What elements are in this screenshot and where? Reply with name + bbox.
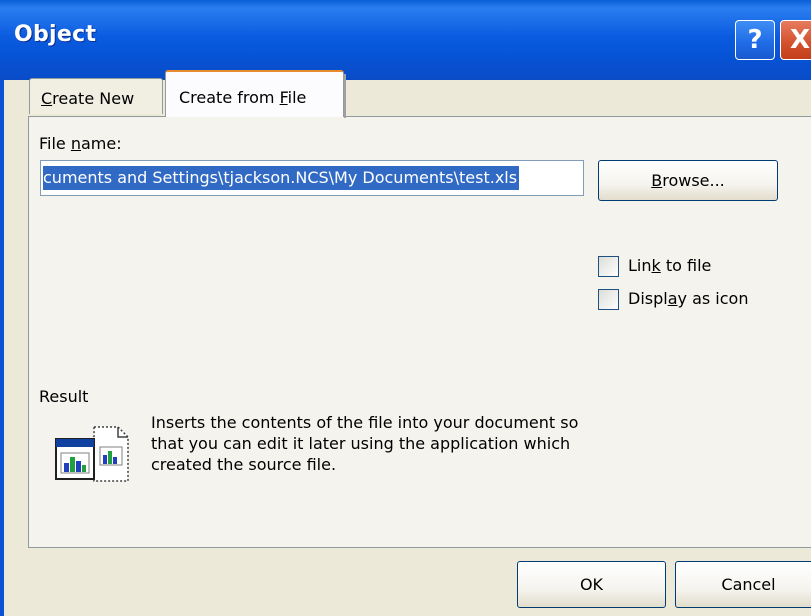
window-title: Object: [14, 22, 97, 47]
icon-label-prefix: Displ: [628, 289, 668, 308]
link-label-prefix: Lin: [628, 256, 652, 275]
file-name-label-suffix: ame:: [81, 134, 122, 153]
browse-button[interactable]: Browse...: [598, 160, 778, 201]
tab-create-new[interactable]: Create New: [29, 78, 163, 114]
link-label-suffix: to file: [660, 256, 712, 275]
link-to-file-label[interactable]: Link to file: [628, 256, 711, 275]
tab-label-accel: C: [41, 89, 53, 108]
icon-label-accel: a: [667, 289, 678, 308]
file-name-input[interactable]: cuments and Settings\tjackson.NCS\My Doc…: [40, 160, 584, 196]
window-border: [0, 80, 4, 616]
browse-accel: B: [651, 171, 663, 190]
display-as-icon-label[interactable]: Display as icon: [628, 289, 748, 308]
object-dialog: Object ? X Create New Create from File F…: [0, 0, 811, 616]
display-as-icon-checkbox[interactable]: [598, 289, 619, 310]
link-label-accel: k: [651, 256, 661, 275]
result-description: Inserts the contents of the file into yo…: [151, 413, 579, 474]
ok-button[interactable]: OK: [517, 561, 666, 608]
tab-label-accel: F: [279, 88, 288, 107]
link-to-file-checkbox[interactable]: [598, 256, 619, 277]
icon-label-suffix: y as icon: [677, 289, 749, 308]
result-label: Result: [39, 387, 89, 406]
result-file-icon: [55, 426, 129, 482]
file-name-label: File name:: [39, 134, 122, 153]
file-name-label-accel: n: [70, 134, 81, 153]
help-button[interactable]: ?: [735, 20, 775, 60]
tab-create-from-file[interactable]: Create from File: [165, 70, 346, 118]
help-icon: ?: [747, 25, 763, 55]
tab-label-suffix: reate New: [52, 89, 135, 108]
browse-label: rowse...: [662, 171, 725, 190]
tab-label-prefix: Create from: [179, 88, 280, 107]
close-icon: X: [789, 25, 811, 55]
tab-label-suffix: ile: [287, 88, 307, 107]
title-bar[interactable]: Object ? X: [0, 0, 811, 80]
file-name-value: cuments and Settings\tjackson.NCS\My Doc…: [43, 166, 520, 190]
file-name-label-prefix: File: [39, 134, 71, 153]
cancel-button[interactable]: Cancel: [675, 561, 811, 608]
close-button[interactable]: X: [780, 20, 811, 60]
